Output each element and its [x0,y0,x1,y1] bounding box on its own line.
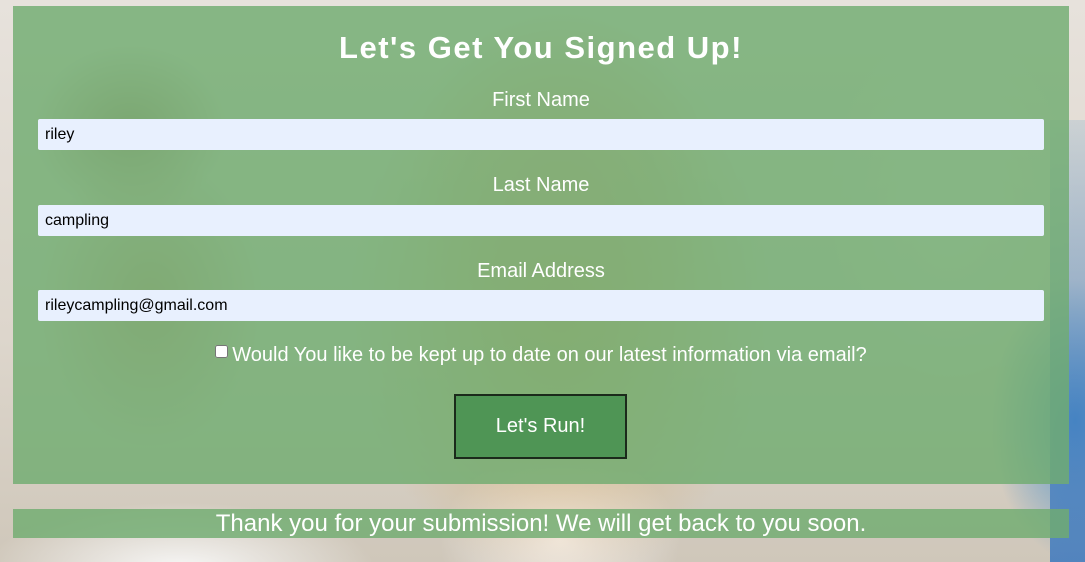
newsletter-label[interactable]: Would You like to be kept up to date on … [232,344,866,366]
last-name-label: Last Name [492,174,590,196]
newsletter-checkbox[interactable] [215,345,229,358]
last-name-input[interactable] [38,205,1044,236]
email-label: Email Address [477,260,605,282]
signup-form: Let's Get You Signed Up! First Name Last… [13,6,1069,484]
newsletter-option: Would You like to be kept up to date on … [13,344,1069,367]
confirmation-message: Thank you for your submission! We will g… [215,510,867,537]
email-input[interactable] [38,290,1044,321]
submit-button[interactable]: Let's Run! [454,394,627,459]
first-name-input[interactable] [38,119,1044,150]
confirmation-banner: Thank you for your submission! We will g… [13,509,1069,538]
form-title: Let's Get You Signed Up! [339,30,743,65]
first-name-label: First Name [492,89,590,111]
